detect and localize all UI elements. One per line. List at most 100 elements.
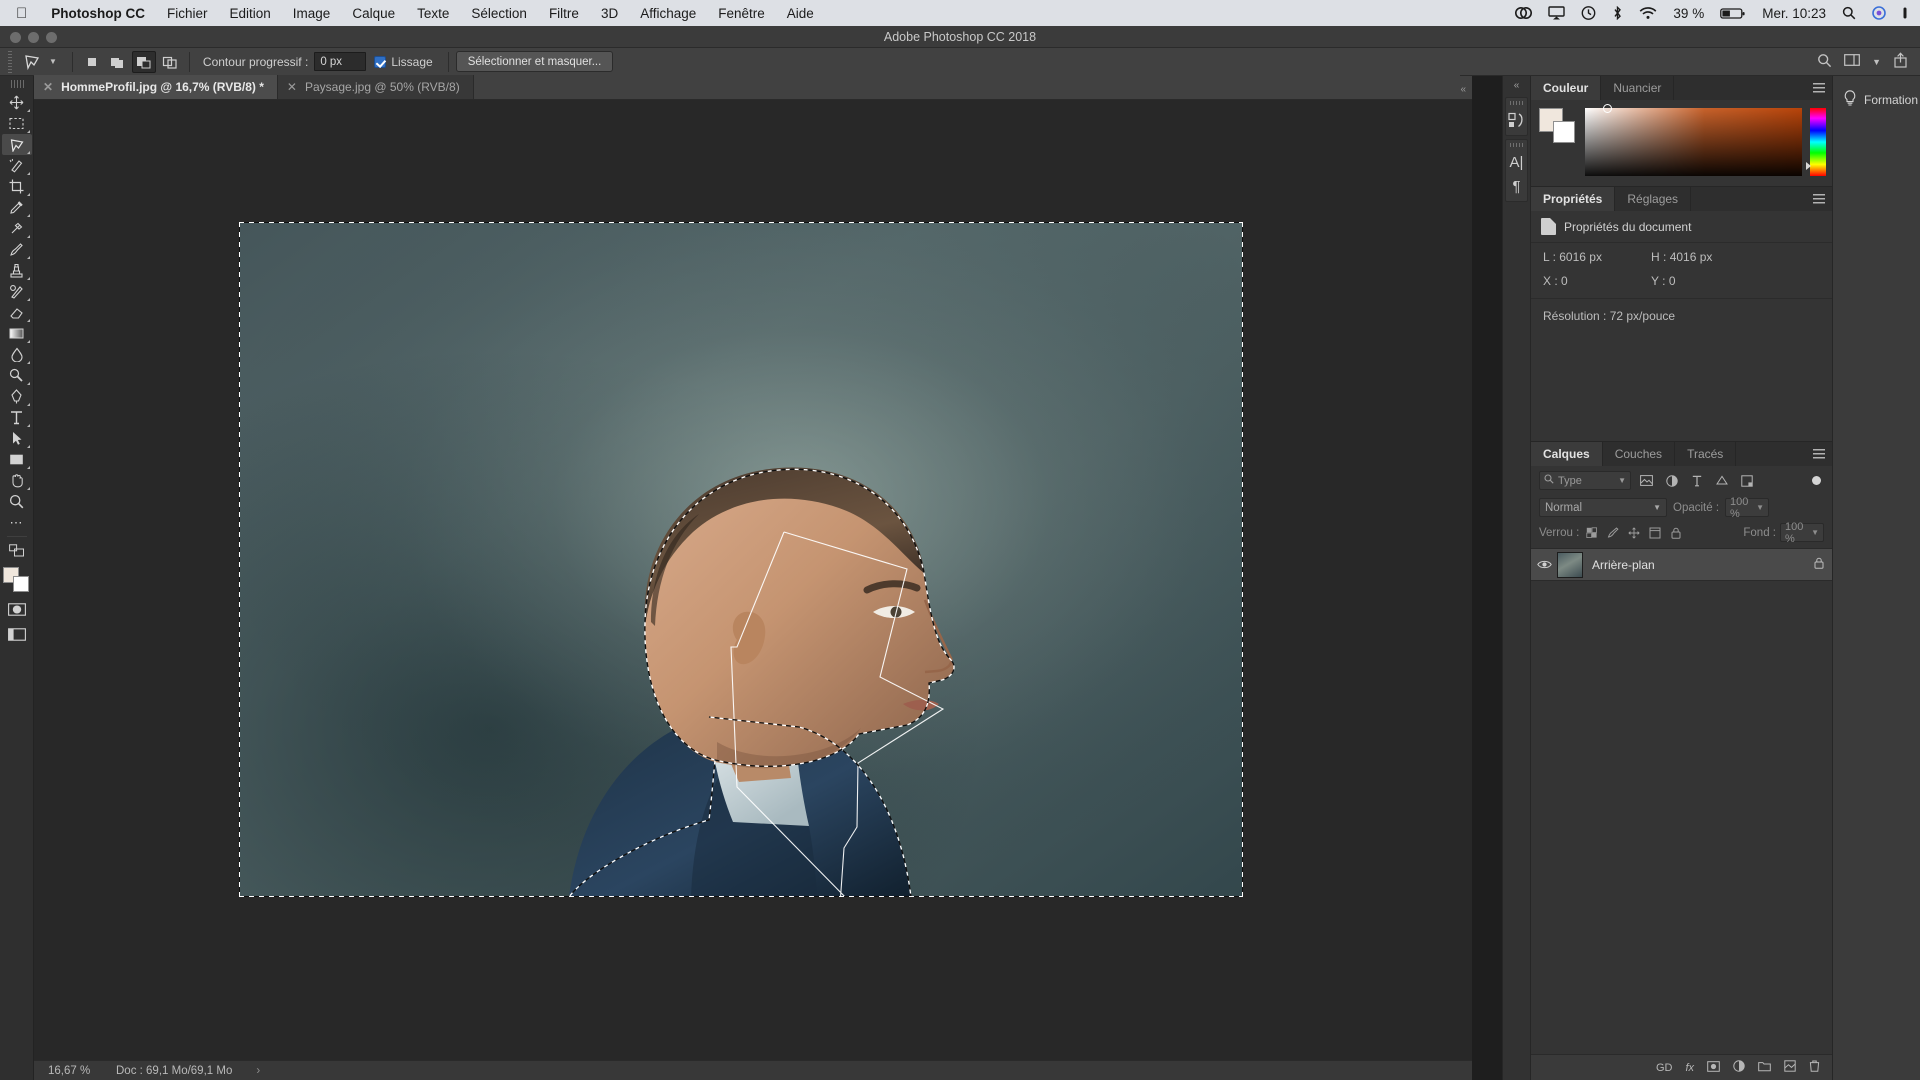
libraries-icon[interactable] [1506, 108, 1528, 132]
lock-transparency-icon[interactable] [1583, 524, 1600, 541]
tab-calques[interactable]: Calques [1531, 442, 1603, 466]
new-layer-icon[interactable] [1784, 1060, 1796, 1075]
history-brush-tool[interactable] [2, 281, 32, 302]
airplay-icon[interactable] [1540, 6, 1573, 20]
lock-artboard-icon[interactable] [1646, 524, 1663, 541]
background-color-swatch[interactable] [1553, 121, 1575, 143]
filter-pixel-icon[interactable] [1637, 471, 1656, 490]
rectangular-marquee-tool[interactable] [2, 113, 32, 134]
collapse-tabs-icon[interactable]: « [1460, 84, 1472, 99]
document-tab-paysage[interactable]: ✕ Paysage.jpg @ 50% (RVB/8) [278, 75, 474, 99]
adjustment-layer-icon[interactable] [1733, 1060, 1745, 1075]
menu-app-name[interactable]: Photoshop CC [40, 6, 156, 21]
select-and-mask-button[interactable]: Sélectionner et masquer... [456, 51, 614, 72]
add-mask-icon[interactable] [1707, 1061, 1720, 1075]
filter-smart-icon[interactable] [1737, 471, 1756, 490]
time-machine-icon[interactable] [1573, 6, 1604, 20]
link-layers-icon[interactable]: GD [1656, 1062, 1673, 1074]
type-tool[interactable] [2, 407, 32, 428]
paragraph-icon[interactable]: ¶ [1506, 174, 1528, 198]
crop-tool[interactable] [2, 176, 32, 197]
chevron-right-icon[interactable]: › [242, 1065, 274, 1077]
property-height-value[interactable]: 4016 px [1670, 250, 1713, 264]
layer-filter-type-select[interactable]: Type ▼ [1539, 471, 1631, 490]
tab-couleur[interactable]: Couleur [1531, 76, 1601, 100]
notification-center-icon[interactable] [1894, 6, 1920, 20]
brush-tool[interactable] [2, 239, 32, 260]
panel-menu-icon[interactable] [1813, 83, 1825, 93]
battery-icon[interactable] [1712, 6, 1754, 20]
layer-name[interactable]: Arrière-plan [1583, 558, 1655, 572]
panel-menu-icon[interactable] [1813, 449, 1825, 459]
eye-icon[interactable] [1531, 559, 1557, 570]
apple-icon[interactable]:  [0, 6, 40, 21]
spot-healing-brush-tool[interactable] [2, 218, 32, 239]
lock-icon[interactable] [1814, 557, 1824, 572]
chevron-down-icon[interactable]: ▼ [49, 57, 57, 66]
chevron-down-icon[interactable]: ▼ [1872, 57, 1881, 67]
screen-mode-toggle-icon[interactable] [2, 624, 32, 645]
move-tool[interactable] [2, 92, 32, 113]
gradient-tool[interactable] [2, 323, 32, 344]
antialias-checkbox-group[interactable]: Lissage [366, 55, 440, 69]
tab-proprietes[interactable]: Propriétés [1531, 187, 1615, 211]
filter-shape-icon[interactable] [1712, 471, 1731, 490]
character-paragraph-panel-group[interactable]: A| ¶ [1505, 139, 1528, 202]
document-tab-hommeprofil[interactable]: ✕ HommeProfil.jpg @ 16,7% (RVB/8) * [34, 75, 278, 99]
quick-selection-tool[interactable] [2, 155, 32, 176]
antialias-checkbox[interactable] [374, 56, 386, 68]
hue-strip[interactable] [1810, 108, 1826, 176]
rectangle-tool[interactable] [2, 449, 32, 470]
lock-position-icon[interactable] [1625, 524, 1642, 541]
minimize-window-button[interactable] [28, 32, 39, 43]
path-selection-tool[interactable] [2, 428, 32, 449]
intersect-selection-button[interactable] [158, 51, 182, 73]
layer-thumbnail[interactable] [1557, 552, 1583, 578]
subtract-from-selection-button[interactable] [132, 51, 156, 73]
chevron-down-icon[interactable]: ▼ [1756, 503, 1764, 512]
new-selection-button[interactable] [80, 51, 104, 73]
blend-mode-select[interactable]: Normal ▼ [1539, 498, 1667, 517]
workspace-grid-icon[interactable] [1844, 53, 1860, 70]
blur-tool[interactable] [2, 344, 32, 365]
property-y-value[interactable]: 0 [1669, 274, 1676, 288]
panel-grip[interactable] [1510, 143, 1524, 147]
menu-affichage[interactable]: Affichage [629, 6, 707, 21]
menu-3d[interactable]: 3D [590, 6, 629, 21]
collapse-panels-icon[interactable]: « [1503, 76, 1530, 94]
fill-input[interactable]: 100 % ▼ [1780, 523, 1824, 542]
wifi-icon[interactable] [1631, 6, 1665, 20]
clone-stamp-tool[interactable] [2, 260, 32, 281]
filter-adjustment-icon[interactable] [1662, 471, 1681, 490]
chevron-down-icon[interactable]: ▼ [1618, 476, 1626, 485]
menu-fenetre[interactable]: Fenêtre [707, 6, 776, 21]
lock-all-icon[interactable] [1667, 524, 1684, 541]
bluetooth-icon[interactable] [1604, 6, 1631, 20]
table-row[interactable]: Arrière-plan [1531, 549, 1832, 581]
dodge-tool[interactable] [2, 365, 32, 386]
close-icon[interactable]: ✕ [287, 81, 297, 93]
property-width-value[interactable]: 6016 px [1559, 250, 1602, 264]
new-group-icon[interactable] [1758, 1061, 1771, 1075]
opacity-input[interactable]: 100 % ▼ [1725, 498, 1769, 517]
pen-tool[interactable] [2, 386, 32, 407]
toolbar-grip[interactable] [9, 80, 25, 88]
tab-couches[interactable]: Couches [1603, 442, 1675, 466]
menu-image[interactable]: Image [282, 6, 342, 21]
creative-cloud-icon[interactable] [1507, 6, 1540, 20]
tab-reglages[interactable]: Réglages [1615, 187, 1691, 211]
color-swatches[interactable] [3, 567, 31, 593]
menu-aide[interactable]: Aide [776, 6, 825, 21]
share-icon[interactable] [1893, 52, 1908, 71]
character-icon[interactable]: A| [1506, 150, 1528, 174]
background-color-swatch[interactable] [13, 576, 29, 592]
libraries-panel-group[interactable] [1505, 97, 1528, 136]
maximize-window-button[interactable] [46, 32, 57, 43]
menu-bar-datetime[interactable]: Mer. 10:23 [1754, 6, 1834, 21]
feather-input[interactable]: 0 px [314, 52, 366, 71]
formation-panel-item[interactable]: Formation [1833, 76, 1920, 109]
panel-grip[interactable] [1510, 101, 1524, 105]
filter-type-icon[interactable] [1687, 471, 1706, 490]
panel-menu-icon[interactable] [1813, 194, 1825, 204]
property-x-value[interactable]: 0 [1561, 274, 1568, 288]
